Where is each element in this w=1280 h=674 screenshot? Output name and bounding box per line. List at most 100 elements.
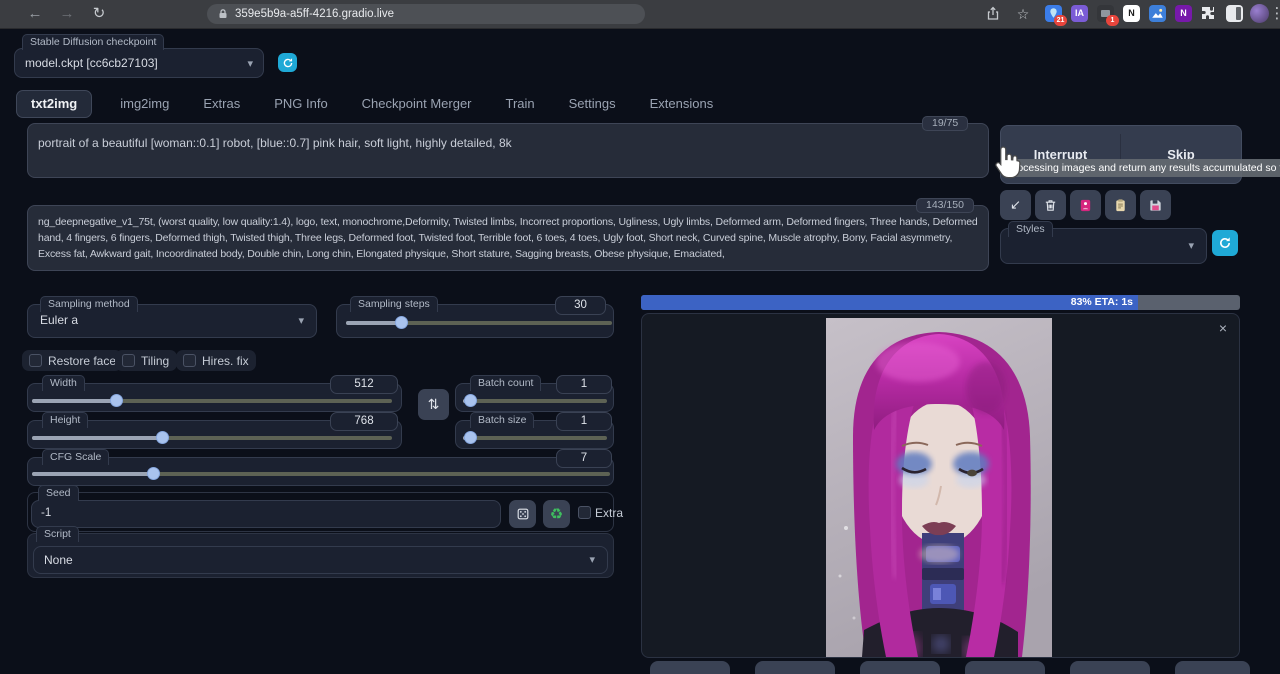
send-to-extras-button[interactable]: [1070, 661, 1150, 674]
seed-extra-label: Extra: [595, 506, 623, 520]
extension-notion-icon[interactable]: N: [1123, 5, 1140, 22]
sampling-method-value: Euler a: [40, 313, 78, 327]
refresh-icon: [282, 57, 294, 69]
tab-checkpoint-merger[interactable]: Checkpoint Merger: [356, 91, 478, 117]
extension-screen-icon[interactable]: 1: [1097, 5, 1114, 22]
checkpoint-dropdown[interactable]: model.ckpt [cc6cb27103] ▾: [14, 48, 264, 78]
extra-output-button[interactable]: [1175, 661, 1250, 674]
sidebar-panel-icon[interactable]: [1226, 5, 1243, 22]
width-slider[interactable]: [32, 399, 392, 403]
batch-count-input[interactable]: 1: [556, 375, 612, 394]
width-input[interactable]: 512: [330, 375, 398, 394]
script-dropdown[interactable]: None ▾: [33, 546, 608, 574]
recycle-icon: ♻: [550, 505, 563, 523]
browser-toolbar: ← → ↻ 359e5b9a-a5ff-4216.gradio.live ☆ 2…: [0, 0, 1280, 29]
tab-train[interactable]: Train: [500, 91, 541, 117]
send-to-img2img-button[interactable]: [860, 661, 940, 674]
cfg-scale-slider[interactable]: [32, 472, 610, 476]
forward-icon[interactable]: →: [56, 2, 78, 26]
send-to-inpaint-button[interactable]: [965, 661, 1045, 674]
negative-prompt-input[interactable]: ng_deepnegative_v1_75t, (worst quality, …: [27, 205, 989, 271]
swap-arrows-icon: ⇅: [428, 396, 440, 413]
height-label: Height: [42, 412, 88, 428]
extension-photos-icon[interactable]: [1149, 5, 1166, 22]
mouse-cursor-hand: [992, 144, 1022, 180]
card-icon: [1078, 198, 1093, 213]
seed-value: -1: [41, 507, 51, 519]
width-label: Width: [42, 375, 85, 391]
checkpoint-value: model.ckpt [cc6cb27103]: [25, 56, 158, 70]
tab-png-info[interactable]: PNG Info: [268, 91, 333, 117]
address-bar[interactable]: 359e5b9a-a5ff-4216.gradio.live: [207, 4, 645, 24]
chevron-down-icon: ▾: [247, 57, 253, 70]
restore-faces-label: Restore faces: [48, 354, 122, 368]
restore-faces-checkbox[interactable]: [29, 354, 42, 367]
batch-size-label: Batch size: [470, 412, 534, 428]
reload-icon[interactable]: ↻: [88, 2, 110, 26]
chevron-down-icon: ▾: [1188, 239, 1194, 252]
negative-prompt-token-counter: 143/150: [916, 198, 974, 213]
hires-fix-label: Hires. fix: [202, 354, 249, 368]
cfg-scale-input[interactable]: 7: [556, 449, 612, 468]
batch-count-label: Batch count: [470, 375, 541, 391]
dice-icon: [516, 507, 530, 521]
lock-icon: [217, 8, 229, 20]
tab-txt2img[interactable]: txt2img: [16, 90, 92, 118]
checkpoint-label: Stable Diffusion checkpoint: [22, 34, 164, 50]
swap-width-height-button[interactable]: ⇅: [418, 389, 449, 420]
progress-bar: 83% ETA: 1s: [641, 295, 1240, 310]
extensions-puzzle-icon[interactable]: [1200, 5, 1216, 21]
url-text: 359e5b9a-a5ff-4216.gradio.live: [235, 4, 394, 24]
styles-label: Styles: [1008, 221, 1053, 237]
chevron-down-icon: ▾: [298, 314, 304, 327]
batch-size-input[interactable]: 1: [556, 412, 612, 431]
main-tabbar: txt2img img2img Extras PNG Info Checkpoi…: [16, 90, 719, 118]
bookmark-star-icon[interactable]: ☆: [1012, 2, 1034, 26]
seed-input[interactable]: -1: [31, 500, 501, 528]
interrupt-tooltip: processing images and return any results…: [1008, 159, 1280, 177]
clear-prompt-button[interactable]: [1035, 190, 1066, 220]
seed-extra-checkbox[interactable]: [578, 506, 591, 519]
sampling-steps-input[interactable]: 30: [555, 296, 606, 315]
back-icon[interactable]: ←: [24, 2, 46, 26]
share-icon[interactable]: [985, 6, 1001, 22]
zip-button[interactable]: [755, 661, 835, 674]
batch-size-slider[interactable]: [463, 436, 607, 440]
generated-image-preview[interactable]: [826, 318, 1052, 657]
refresh-icon: [1218, 236, 1232, 250]
prompt-token-counter: 19/75: [922, 116, 968, 131]
tiling-checkbox[interactable]: [122, 354, 135, 367]
tab-extras[interactable]: Extras: [197, 91, 246, 117]
height-input[interactable]: 768: [330, 412, 398, 431]
reuse-seed-button[interactable]: ♻: [543, 500, 570, 528]
tab-img2img[interactable]: img2img: [114, 91, 175, 117]
chevron-down-icon: ▾: [589, 553, 595, 566]
random-seed-button[interactable]: [509, 500, 536, 528]
extension-badge: 21: [1054, 15, 1067, 26]
save-image-button[interactable]: [650, 661, 730, 674]
close-icon[interactable]: ×: [1219, 320, 1227, 336]
extension-onenote-icon[interactable]: N: [1175, 5, 1192, 22]
progress-fill: 83% ETA: 1s: [641, 295, 1138, 310]
tab-settings[interactable]: Settings: [563, 91, 622, 117]
styles-refresh-button[interactable]: [1212, 230, 1238, 256]
extra-networks-button[interactable]: [1070, 190, 1101, 220]
kebab-menu-icon[interactable]: ⋮: [1266, 2, 1280, 26]
tab-extensions[interactable]: Extensions: [644, 91, 720, 117]
prompt-input[interactable]: portrait of a beautiful [woman::0.1] rob…: [27, 123, 989, 178]
apply-styles-button[interactable]: [1105, 190, 1136, 220]
sampling-method-label: Sampling method: [40, 296, 138, 312]
height-slider[interactable]: [32, 436, 392, 440]
paste-generation-params-button[interactable]: ↙: [1000, 190, 1031, 220]
seed-label: Seed: [38, 485, 79, 501]
script-value: None: [44, 553, 73, 567]
batch-count-slider[interactable]: [463, 399, 607, 403]
hires-fix-checkbox[interactable]: [183, 354, 196, 367]
extension-ia-icon[interactable]: IA: [1071, 5, 1088, 22]
script-label: Script: [36, 526, 79, 542]
tiling-label: Tiling: [141, 354, 169, 368]
checkpoint-refresh-button[interactable]: [278, 53, 297, 72]
extension-pin-icon[interactable]: 21: [1045, 5, 1062, 22]
save-style-button[interactable]: [1140, 190, 1171, 220]
sampling-steps-slider[interactable]: [346, 321, 612, 325]
